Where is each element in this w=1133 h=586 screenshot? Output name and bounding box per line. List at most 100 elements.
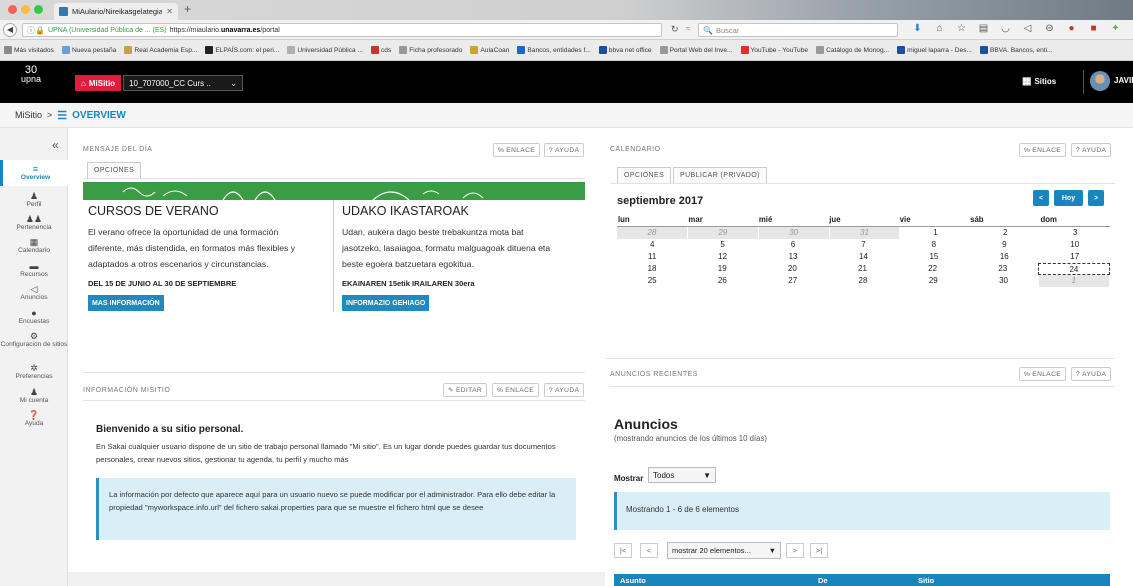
calendar-day-cell[interactable]: 16 xyxy=(969,251,1039,263)
sidebar-item-pertenencia[interactable]: ♟♟ Pertenencia xyxy=(0,214,68,232)
avatar[interactable] xyxy=(1090,71,1110,91)
info-lock-icon[interactable]: ⓘ🔒 xyxy=(27,25,45,36)
info-editar-button[interactable]: ✎ EDITAR xyxy=(443,383,488,397)
calendar-day-cell[interactable]: 4 xyxy=(617,239,687,251)
sidebar-item-mi-cuenta[interactable]: ♟ Mi cuenta xyxy=(0,387,68,405)
mostrar-select[interactable]: Todos ▼ xyxy=(648,467,716,483)
reload-icon[interactable]: ↻ xyxy=(671,24,679,35)
close-window-button[interactable] xyxy=(8,5,17,14)
calendar-day-cell[interactable]: 17 xyxy=(1040,251,1110,263)
notification-badge-icon[interactable]: ■ xyxy=(1088,23,1099,35)
calendar-opciones-tab[interactable]: OPCIONES xyxy=(617,167,672,183)
bookmark-item[interactable]: Universidad Pública ... xyxy=(287,46,363,54)
calendar-next-button[interactable]: > xyxy=(1088,190,1104,206)
sidebar-item-configuracion-sitios[interactable]: ⚙ Configuración de sitios xyxy=(0,331,68,349)
prev-page-button[interactable]: < xyxy=(640,543,658,558)
calendar-day-cell[interactable]: 12 xyxy=(687,251,757,263)
next-page-button[interactable]: > xyxy=(786,543,804,558)
sidebar-item-preferencias[interactable]: ✲ Preferencias xyxy=(0,363,68,381)
bookmark-star-icon[interactable]: ☆ xyxy=(956,23,967,35)
sidebar-item-encuestas[interactable]: ● Encuestas xyxy=(0,308,68,326)
share-icon[interactable]: ◁ xyxy=(1022,23,1033,35)
new-tab-button[interactable]: + xyxy=(184,2,191,16)
download-icon[interactable]: ⬇ xyxy=(912,23,923,35)
extension-icon[interactable]: ● xyxy=(1066,23,1077,35)
calendar-publicar-tab[interactable]: PUBLICAR (PRIVADO) xyxy=(673,167,767,183)
calendar-day-cell[interactable]: 8 xyxy=(899,239,969,251)
motd-ayuda-button[interactable]: ? AYUDA xyxy=(544,143,585,157)
calendar-today-cell[interactable]: 24 xyxy=(1037,263,1110,275)
sitios-button[interactable]: ▦ Sitios xyxy=(1022,76,1056,87)
calendar-day-cell[interactable]: 30 xyxy=(968,275,1038,287)
bookmark-item[interactable]: Portal Web del Inve... xyxy=(659,46,733,54)
sidebar-item-anuncios[interactable]: ◁ Anuncios xyxy=(0,284,68,302)
list-menu-icon[interactable]: ☰ xyxy=(57,109,67,122)
calendar-day-cell[interactable]: 28 xyxy=(828,275,898,287)
breadcrumb-site-link[interactable]: MiSitio xyxy=(15,110,42,120)
calendar-day-cell[interactable]: 3 xyxy=(1040,227,1110,239)
column-header-sitio[interactable]: Sitio xyxy=(918,576,934,585)
calendar-day-cell[interactable]: 31 xyxy=(829,227,901,239)
calendar-ayuda-button[interactable]: ? AYUDA xyxy=(1071,143,1112,157)
bookmark-item[interactable]: cds xyxy=(370,46,391,54)
calendar-day-cell[interactable]: 28 xyxy=(617,227,688,239)
informazio-gehiago-button[interactable]: INFORMAZIO GEHIAGO xyxy=(342,295,430,311)
last-page-button[interactable]: >| xyxy=(810,543,828,558)
calendar-day-cell[interactable]: 29 xyxy=(687,227,759,239)
calendar-prev-button[interactable]: < xyxy=(1033,190,1049,206)
bookmark-item[interactable]: AulaCoan xyxy=(470,46,509,54)
calendar-day-cell[interactable]: 30 xyxy=(758,227,830,239)
sidebar-item-calendario[interactable]: ▦ Calendario xyxy=(0,237,68,255)
sidebar-item-ayuda[interactable]: ❓ Ayuda xyxy=(0,410,68,428)
bookmark-item[interactable]: Real Academia Esp... xyxy=(124,46,197,54)
site-select-dropdown[interactable]: 10_707000_CC Curs .. ⌄ xyxy=(123,75,243,91)
bookmark-item[interactable]: bbva net office xyxy=(598,46,652,54)
sidebar-item-overview[interactable]: ≡ Overview xyxy=(0,160,68,186)
announcements-ayuda-button[interactable]: ? AYUDA xyxy=(1071,367,1112,381)
mas-informacion-button[interactable]: MAS INFORMACIÓN xyxy=(88,295,164,311)
calendar-day-cell[interactable]: 20 xyxy=(757,263,827,275)
calendar-day-cell[interactable]: 7 xyxy=(828,239,898,251)
motd-enlace-button[interactable]: % ENLACE xyxy=(493,143,541,157)
home-icon[interactable]: ⌂ xyxy=(934,23,945,35)
calendar-day-cell[interactable]: 18 xyxy=(617,263,687,275)
motd-opciones-tab[interactable]: OPCIONES xyxy=(87,162,142,178)
calendar-day-cell[interactable]: 23 xyxy=(968,263,1038,275)
bookmark-item[interactable]: Ficha profesorado xyxy=(399,46,462,54)
calendar-day-cell[interactable]: 29 xyxy=(898,275,968,287)
misitio-tab[interactable]: ⌂ MiSitio xyxy=(75,75,122,91)
browser-search-input[interactable]: 🔍 Buscar xyxy=(698,23,898,37)
sidebar-item-perfil[interactable]: ♟ Perfil xyxy=(0,191,68,209)
calendar-day-cell[interactable]: 13 xyxy=(758,251,828,263)
close-tab-icon[interactable]: ✕ xyxy=(166,7,173,16)
reader-view-icon[interactable]: ≈ xyxy=(686,24,690,33)
user-name[interactable]: JAVIER xyxy=(1114,76,1133,85)
calendar-day-cell[interactable]: 10 xyxy=(1040,239,1110,251)
bookmark-item[interactable]: ELPAÍS.com: el peri... xyxy=(205,46,279,54)
column-header-de[interactable]: De xyxy=(818,576,828,585)
upna-logo[interactable]: 30 upna xyxy=(21,65,41,84)
calendar-enlace-button[interactable]: % ENLACE xyxy=(1019,143,1067,157)
calendar-day-cell[interactable]: 1 xyxy=(1038,275,1110,287)
calendar-day-cell[interactable]: 21 xyxy=(827,263,897,275)
info-enlace-button[interactable]: % ENLACE xyxy=(492,383,540,397)
calendar-day-cell[interactable]: 1 xyxy=(900,227,970,239)
calendar-day-cell[interactable]: 27 xyxy=(758,275,828,287)
calendar-today-button[interactable]: Hoy xyxy=(1054,190,1083,206)
calendar-day-cell[interactable]: 9 xyxy=(969,239,1039,251)
calendar-day-cell[interactable]: 14 xyxy=(828,251,898,263)
calendar-day-cell[interactable]: 5 xyxy=(687,239,757,251)
sidebar-item-recursos[interactable]: ▬ Recursos xyxy=(0,261,68,279)
browser-tab-active[interactable]: MiAulario/Nireikasgelategia | M ✕ xyxy=(54,3,178,20)
bookmark-item[interactable]: miguel laparra - Des... xyxy=(897,46,972,54)
calendar-day-cell[interactable]: 25 xyxy=(617,275,687,287)
calendar-day-cell[interactable]: 19 xyxy=(687,263,757,275)
info-ayuda-button[interactable]: ? AYUDA xyxy=(544,383,585,397)
bookmark-item[interactable]: BBVA. Bancos, enti... xyxy=(980,46,1053,54)
calendar-day-cell[interactable]: 2 xyxy=(970,227,1040,239)
addon-icon[interactable]: ✦ xyxy=(1110,23,1121,35)
collapse-sidebar-button[interactable]: « xyxy=(52,138,59,152)
bookmark-item[interactable]: Nueva pestaña xyxy=(61,46,116,54)
page-size-select[interactable]: mostrar 20 elementos... ▼ xyxy=(667,542,781,559)
bookmark-item[interactable]: Catálogo de Monog... xyxy=(816,46,889,54)
